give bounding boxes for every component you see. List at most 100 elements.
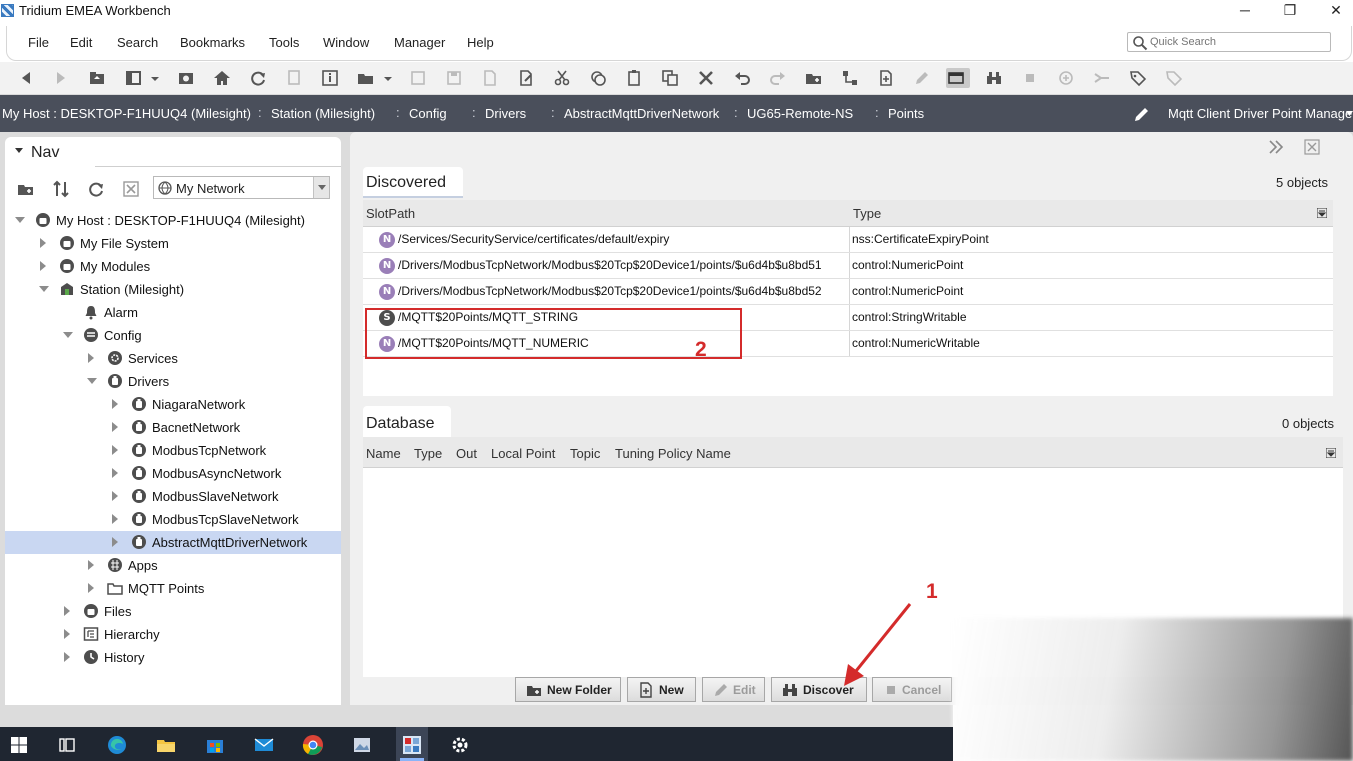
table-row[interactable]: N/Services/SecurityService/certificates/…	[363, 227, 1333, 253]
tree-item[interactable]: NiagaraNetwork	[5, 393, 341, 416]
chevron-right-icon[interactable]	[112, 491, 118, 501]
task-view-icon[interactable]	[56, 734, 78, 756]
minimize-button[interactable]: ─	[1235, 1, 1255, 19]
save-icon[interactable]	[408, 68, 428, 88]
open-dropdown-icon[interactable]	[378, 68, 392, 88]
table-row[interactable]: N/Drivers/ModbusTcpNetwork/Modbus$20Tcp$…	[363, 253, 1333, 279]
tree-item[interactable]: ModbusTcpNetwork	[5, 439, 341, 462]
nav-tab[interactable]: Nav	[5, 137, 95, 167]
pencil-icon[interactable]	[912, 68, 932, 88]
column-chooser-icon[interactable]	[1326, 448, 1336, 458]
chevron-right-icon[interactable]	[112, 468, 118, 478]
table-row[interactable]: N/Drivers/ModbusTcpNetwork/Modbus$20Tcp$…	[363, 279, 1333, 305]
chevron-right-icon[interactable]	[88, 583, 94, 593]
chevron-down-icon[interactable]	[15, 148, 23, 153]
tree-item[interactable]: My Host : DESKTOP-F1HUUQ4 (Milesight)	[5, 209, 341, 232]
tree-item[interactable]: ModbusSlaveNetwork	[5, 485, 341, 508]
chevron-right-icon[interactable]	[88, 560, 94, 570]
chevron-right-icon[interactable]	[64, 652, 70, 662]
home-icon[interactable]	[212, 68, 232, 88]
crumb-station[interactable]: Station (Milesight)	[271, 106, 375, 121]
chrome-icon[interactable]	[302, 734, 324, 756]
mail-icon[interactable]	[253, 734, 275, 756]
crumb-host[interactable]: My Host : DESKTOP-F1HUUQ4 (Milesight)	[2, 106, 251, 121]
crumb-device[interactable]: UG65-Remote-NS	[747, 106, 853, 121]
console-icon[interactable]	[176, 68, 196, 88]
column-header-out[interactable]: Out	[456, 446, 477, 461]
new-folder-button[interactable]: New Folder	[515, 677, 621, 702]
chevron-down-icon[interactable]	[87, 378, 97, 384]
paste-icon[interactable]	[624, 68, 644, 88]
chevron-right-icon[interactable]	[112, 422, 118, 432]
crumb-mqtt-network[interactable]: AbstractMqttDriverNetwork	[564, 106, 719, 121]
chevron-right-icon[interactable]	[112, 399, 118, 409]
tree-item[interactable]: ModbusAsyncNetwork	[5, 462, 341, 485]
tag-search-icon[interactable]	[1164, 68, 1184, 88]
chevron-right-icon[interactable]	[112, 514, 118, 524]
tree-item[interactable]: History	[5, 646, 341, 669]
column-header-tuning-policy[interactable]: Tuning Policy Name	[615, 446, 731, 461]
tree-item[interactable]: BacnetNetwork	[5, 416, 341, 439]
tree-item[interactable]: Files	[5, 600, 341, 623]
view-selector[interactable]: Mqtt Client Driver Point Manager	[1168, 106, 1353, 121]
refresh-icon[interactable]	[248, 68, 268, 88]
edit-doc-icon[interactable]	[516, 68, 536, 88]
tag-icon[interactable]	[1128, 68, 1148, 88]
side-bar-dropdown-icon[interactable]	[145, 68, 159, 88]
column-chooser-icon[interactable]	[1317, 208, 1327, 218]
refresh-icon[interactable]	[86, 179, 106, 199]
new-folder-icon[interactable]	[804, 68, 824, 88]
quick-search-input[interactable]	[1150, 34, 1328, 50]
column-header-name[interactable]: Name	[366, 446, 401, 461]
chevron-down-icon[interactable]	[63, 332, 73, 338]
sort-icon[interactable]	[51, 179, 71, 199]
menu-bookmarks[interactable]: Bookmarks	[180, 35, 245, 50]
export-icon[interactable]	[480, 68, 500, 88]
new-button[interactable]: New	[627, 677, 696, 702]
menu-search[interactable]: Search	[117, 35, 158, 50]
chevron-down-icon[interactable]	[15, 217, 25, 223]
delete-icon[interactable]	[696, 68, 716, 88]
save-all-icon[interactable]	[444, 68, 464, 88]
edge-browser-icon[interactable]	[106, 734, 128, 756]
manager-view-icon[interactable]	[946, 68, 970, 88]
tree-item[interactable]: My Modules	[5, 255, 341, 278]
windows-start-icon[interactable]	[8, 734, 30, 756]
duplicate-icon[interactable]	[660, 68, 680, 88]
column-header-type[interactable]: Type	[414, 446, 442, 461]
match-icon[interactable]	[1092, 68, 1112, 88]
add-circle-icon[interactable]	[1056, 68, 1076, 88]
column-header-type[interactable]: Type	[853, 206, 881, 221]
tree-item[interactable]: Services	[5, 347, 341, 370]
menu-window[interactable]: Window	[323, 35, 369, 50]
discover-binoculars-icon[interactable]	[984, 68, 1004, 88]
expand-icon[interactable]	[1267, 138, 1285, 156]
stop-icon[interactable]	[1020, 68, 1040, 88]
tree-item[interactable]: Drivers	[5, 370, 341, 393]
chevron-right-icon[interactable]	[112, 445, 118, 455]
maximize-button[interactable]: ❐	[1280, 1, 1300, 19]
copy-icon[interactable]	[588, 68, 608, 88]
menu-file[interactable]: File	[28, 35, 49, 50]
column-header-slotpath[interactable]: SlotPath	[366, 206, 415, 221]
file-explorer-icon[interactable]	[155, 734, 177, 756]
forward-icon[interactable]	[51, 68, 71, 88]
image-viewer-icon[interactable]	[351, 734, 373, 756]
tree-item[interactable]: MQTT Points	[5, 577, 341, 600]
tree-item[interactable]: Alarm	[5, 301, 341, 324]
menu-manager[interactable]: Manager	[394, 35, 445, 50]
chevron-right-icon[interactable]	[40, 238, 46, 248]
workbench-taskbar-button[interactable]	[396, 727, 428, 761]
settings-gear-icon[interactable]	[449, 734, 471, 756]
tree-item[interactable]: Apps	[5, 554, 341, 577]
cut-icon[interactable]	[552, 68, 572, 88]
tree-item[interactable]: Station (Milesight)	[5, 278, 341, 301]
info-icon[interactable]	[320, 68, 340, 88]
chevron-down-icon[interactable]	[313, 177, 329, 198]
crumb-points[interactable]: Points	[888, 106, 924, 121]
column-header-topic[interactable]: Topic	[570, 446, 600, 461]
link-icon[interactable]	[840, 68, 860, 88]
column-header-local-point[interactable]: Local Point	[491, 446, 555, 461]
undo-icon[interactable]	[732, 68, 752, 88]
tree-item[interactable]: Hierarchy	[5, 623, 341, 646]
